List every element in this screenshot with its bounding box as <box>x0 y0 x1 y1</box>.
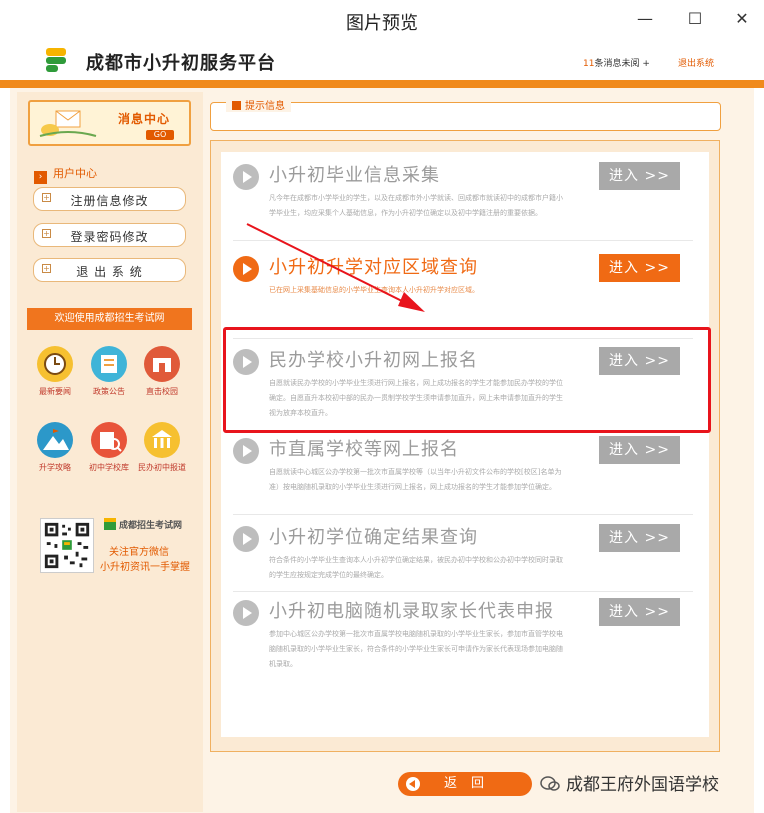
wechat-icon <box>540 776 560 791</box>
quick-link-label: 初中学校库 <box>89 463 129 472</box>
quick-link-campus[interactable]: 直击校园 <box>142 346 182 397</box>
qr-logo-text: 成都招生考试网 <box>119 521 183 531</box>
message-suffix: 条消息未阅 + <box>594 59 650 69</box>
play-icon <box>233 526 259 552</box>
mountain-icon <box>37 422 73 458</box>
watermark-text: 成都王府外国语学校 <box>566 775 719 795</box>
service-title: 市直属学校等网上报名 <box>269 439 459 460</box>
service-title: 小升初电脑随机录取家长代表申报 <box>269 601 554 622</box>
speaker-icon <box>232 101 241 110</box>
qr-caption-news: 小升初资讯一手掌握 <box>100 562 190 573</box>
wechat-watermark: 成都王府外国语学校 <box>540 770 719 795</box>
enter-button[interactable]: 进入 >> <box>599 524 680 552</box>
change-password-button[interactable]: + 登录密码修改 <box>33 223 186 247</box>
enter-button[interactable]: 进入 >> <box>599 162 680 190</box>
building-icon <box>144 422 180 458</box>
highlight-box <box>223 327 711 433</box>
enter-button[interactable]: 进入 >> <box>599 436 680 464</box>
logout-link[interactable]: 退出系统 <box>678 56 714 69</box>
service-title: 小升初升学对应区域查询 <box>269 257 478 278</box>
message-center-banner[interactable]: 消息中心 GO <box>28 100 191 146</box>
message-center-label: 消息中心 <box>118 112 171 126</box>
message-notice[interactable]: 11条消息未阅 + <box>583 56 650 69</box>
edit-registration-button[interactable]: + 注册信息修改 <box>33 187 186 211</box>
service-description: 符合条件的小学毕业生查询本人小升初学位确定结果，被民办初中学校和公办初中学校同时… <box>269 556 563 579</box>
menu-label: 登录密码修改 <box>70 230 149 244</box>
menu-label: 注册信息修改 <box>70 194 149 208</box>
service-description: 已在网上采集基础信息的小学毕业生查询本人小升初升学对应区域。 <box>269 286 479 294</box>
service-title: 小升初学位确定结果查询 <box>269 527 478 548</box>
menu-label: 退 出 系 统 <box>76 265 143 279</box>
back-label: 返回 <box>444 776 499 791</box>
tip-label: 提示信息 <box>226 97 291 112</box>
service-description: 自愿就读中心城区公办学校第一批次市直属学校等（以当年小升初文件公布的学校[校区]… <box>269 468 562 491</box>
quick-link-news[interactable]: 最新要闻 <box>35 346 75 397</box>
site-logo-icon <box>104 518 116 530</box>
envelope-bird-icon <box>39 110 97 137</box>
play-icon <box>233 600 259 626</box>
close-icon[interactable]: ✕ <box>727 6 757 32</box>
minimize-icon[interactable]: — <box>630 6 660 32</box>
message-count: 11 <box>583 59 595 69</box>
enter-button[interactable]: 进入 >> <box>599 254 680 282</box>
quick-link-policy[interactable]: 政策公告 <box>89 346 129 397</box>
preview-window: 图片预览 — ☐ ✕ 成都市小升初服务平台 11条消息未阅 + 退出系统 消息中… <box>0 0 764 813</box>
clock-icon <box>37 346 73 382</box>
enter-button[interactable]: 进入 >> <box>599 598 680 626</box>
site-logo-icon <box>46 48 66 72</box>
wechat-qr-code <box>40 518 94 573</box>
header-divider <box>0 80 764 88</box>
exit-system-button[interactable]: + 退 出 系 统 <box>33 258 186 282</box>
site-header: 成都市小升初服务平台 11条消息未阅 + 退出系统 <box>0 40 764 80</box>
notice-icon <box>91 346 127 382</box>
message-go-button[interactable]: GO <box>146 130 174 140</box>
window-titlebar: 图片预览 — ☐ ✕ <box>0 0 764 40</box>
quick-link-label: 直击校园 <box>146 387 178 396</box>
chevron-right-icon: › <box>34 171 47 184</box>
search-library-icon <box>91 422 127 458</box>
site-name: 成都市小升初服务平台 <box>86 53 276 74</box>
quick-link-label: 民办初中报道 <box>138 463 186 472</box>
divider <box>233 240 693 241</box>
qr-caption-follow: 关注官方微信 <box>109 547 169 558</box>
service-title: 小升初毕业信息采集 <box>269 165 440 186</box>
quick-link-label: 政策公告 <box>93 387 125 396</box>
divider <box>233 514 693 515</box>
play-icon <box>233 164 259 190</box>
play-icon <box>233 256 259 282</box>
service-description: 参加中心城区公办学校第一批次市直属学校电脑随机录取的小学毕业生家长，参加市直管学… <box>269 630 563 668</box>
user-center-heading: › 用户中心 <box>34 165 97 184</box>
user-center-label: 用户中心 <box>53 167 97 180</box>
play-icon <box>233 438 259 464</box>
tip-label-text: 提示信息 <box>245 101 285 112</box>
service-description: 凡今年在成都市小学毕业的学生，以及在成都市外小学就读、回成都市就读初中的成都市户… <box>269 194 563 217</box>
back-button[interactable]: 返回 <box>398 772 532 796</box>
divider <box>233 591 693 592</box>
back-arrow-icon <box>406 777 420 791</box>
qr-site-logo: 成都招生考试网 <box>104 518 184 534</box>
screenshot-content: 成都市小升初服务平台 11条消息未阅 + 退出系统 消息中心 GO › 用户中心 … <box>0 40 764 813</box>
welcome-banner: 欢迎使用成都招生考试网 <box>27 308 192 330</box>
maximize-icon[interactable]: ☐ <box>680 6 710 32</box>
quick-link-school-library[interactable]: 初中学校库 <box>89 422 129 473</box>
quick-link-label: 最新要闻 <box>39 387 71 396</box>
quick-link-label: 升学攻略 <box>39 463 71 472</box>
quick-link-private-news[interactable]: 民办初中报道 <box>138 422 186 473</box>
school-icon <box>144 346 180 382</box>
quick-link-strategy[interactable]: 升学攻略 <box>35 422 75 473</box>
